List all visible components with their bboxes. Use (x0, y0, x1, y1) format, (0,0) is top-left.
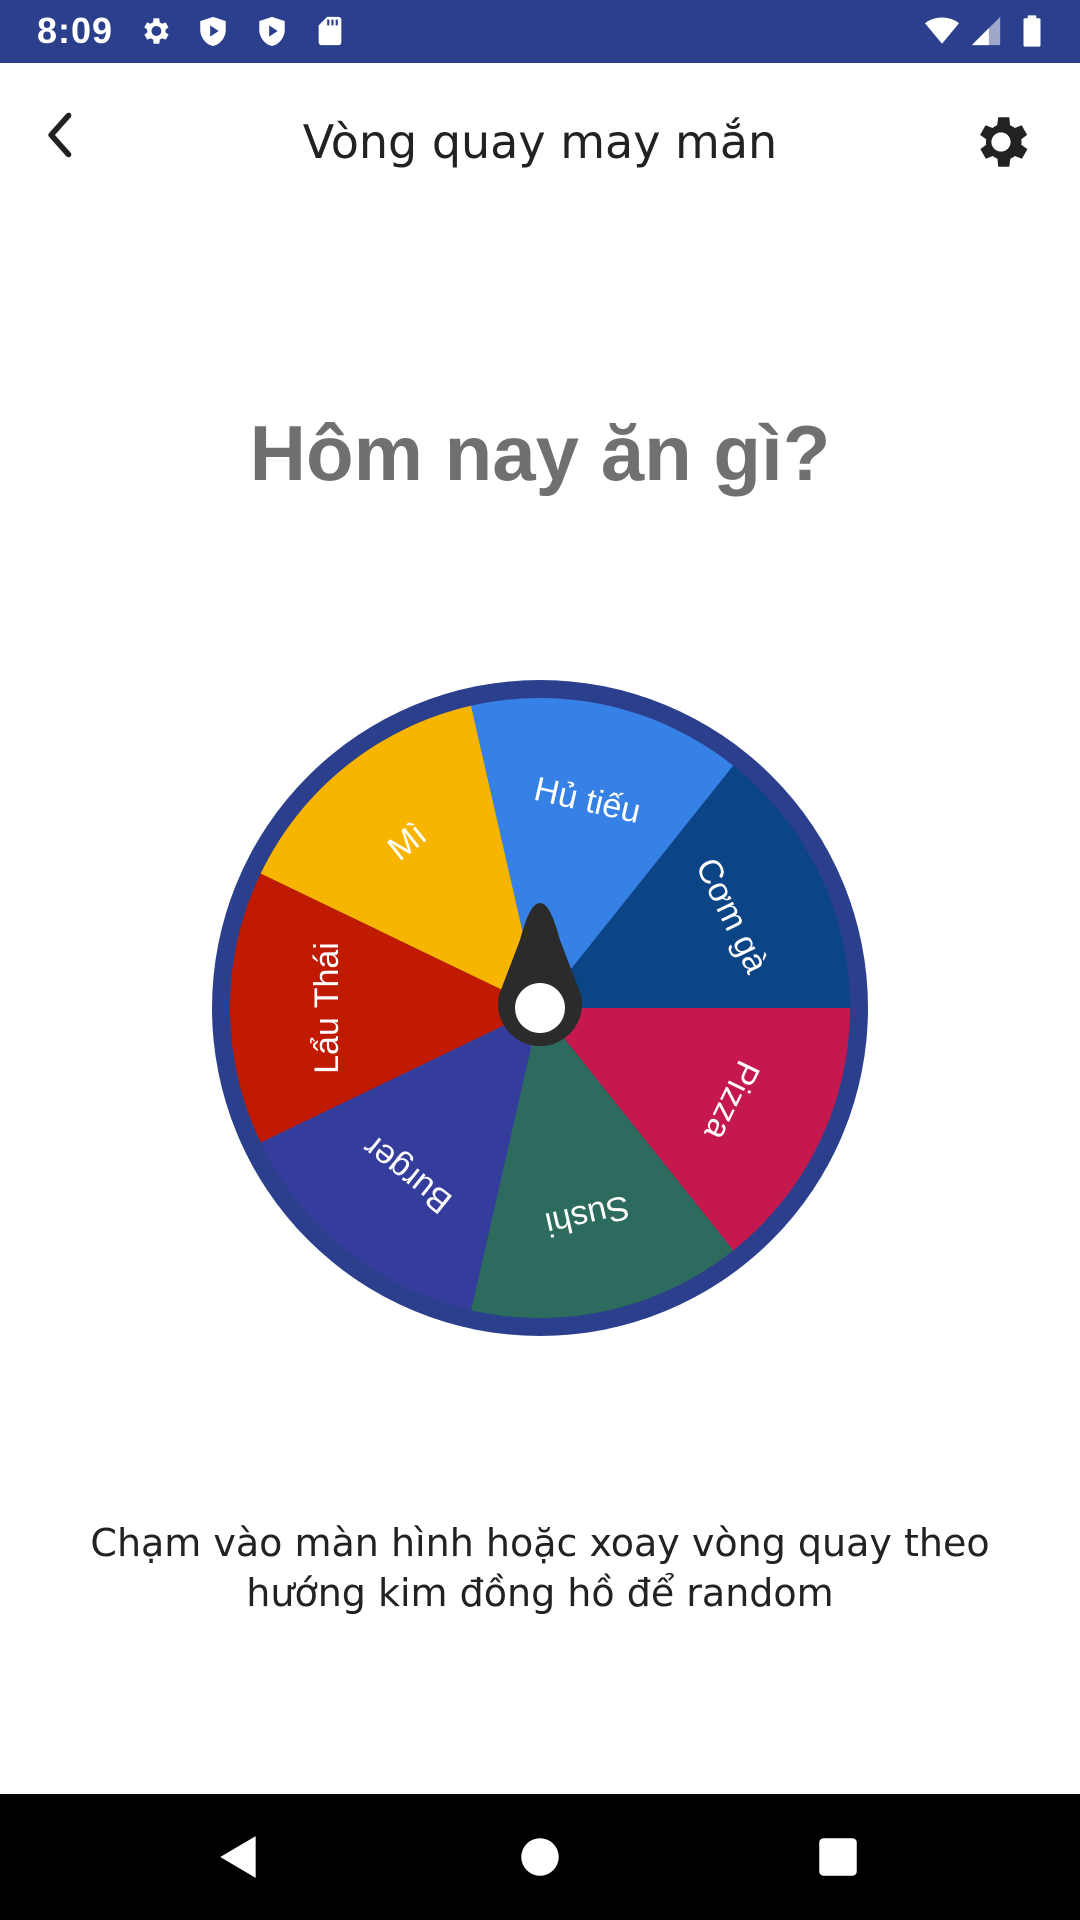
recents-square-icon[interactable] (813, 1832, 863, 1882)
hint-text: Chạm vào màn hình hoặc xoay vòng quay th… (90, 1521, 990, 1615)
wheel-graphic[interactable]: Hủ tiếuCơm gàPizzaSushiBurgerLẩu TháiMì (210, 678, 870, 1338)
gear-icon (144, 18, 169, 44)
wifi-icon (925, 17, 959, 44)
gear-icon[interactable] (968, 109, 1034, 175)
sd-card-icon (318, 16, 342, 46)
headline: Hôm nay ăn gì? (249, 409, 831, 497)
app-bar: Vòng quay may mắn (0, 63, 1080, 223)
page-title: Vòng quay may mắn (302, 115, 778, 169)
status-bar: 8:09 (0, 0, 1080, 63)
status-time: 8:09 (37, 10, 114, 51)
shield-play-icon (259, 16, 285, 47)
lucky-wheel[interactable]: Hủ tiếu Cơm gà Pizza Sushi Burger Lẩu Thái Mì (210, 678, 870, 1338)
home-circle-icon[interactable] (515, 1832, 565, 1882)
signal-icon (971, 16, 1001, 46)
back-triangle-icon[interactable] (214, 1832, 264, 1882)
navigation-bar (0, 1794, 1080, 1920)
wheel-segment-label: Lẩu Thái (308, 942, 346, 1074)
shield-play-icon (200, 16, 226, 47)
wheel-hub (515, 983, 565, 1033)
battery-icon (1023, 15, 1041, 47)
